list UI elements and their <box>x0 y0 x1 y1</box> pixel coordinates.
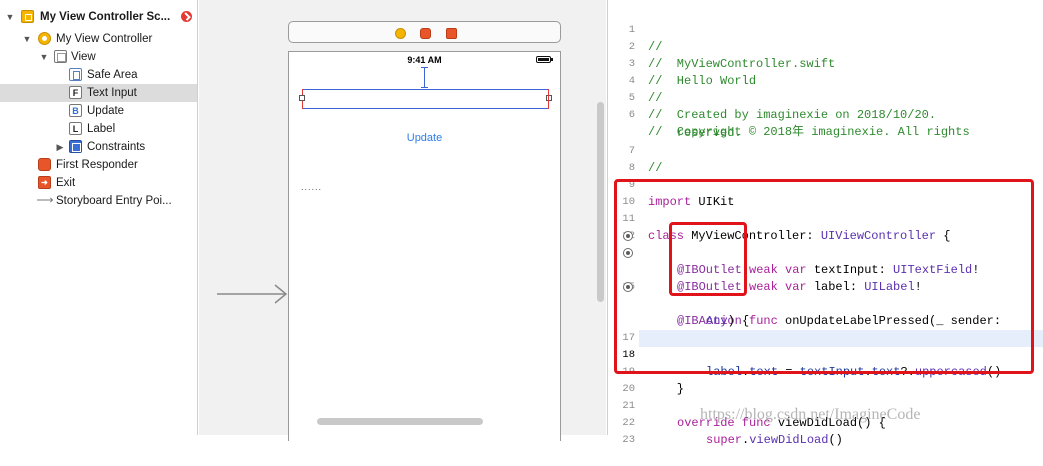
outline-row-view[interactable]: ▼ View <box>0 48 197 66</box>
outline-item-label: Exit <box>56 177 76 189</box>
watermark: https://blog.csdn.net/ImagineCode <box>700 406 921 423</box>
first-responder-icon[interactable] <box>420 28 431 39</box>
outline-item-label: Safe Area <box>87 69 138 81</box>
outline-row-first-responder[interactable]: First Responder <box>0 156 197 174</box>
view-controller-icon <box>38 32 51 45</box>
outline-item-label: My View Controller <box>56 33 153 45</box>
code-line[interactable]: 21 override func viewDidLoad() { <box>608 381 1043 430</box>
outline-item-label: Text Input <box>87 87 137 99</box>
outline-row-exit[interactable]: ➜ Exit <box>0 174 197 192</box>
code-line[interactable]: 7 // <box>608 126 1043 175</box>
annotation-highlight-box <box>669 222 747 296</box>
constraints-icon <box>69 140 82 153</box>
text-field-icon: F <box>69 86 82 99</box>
outline-row-scene[interactable]: ▼ My View Controller Sc... <box>0 8 197 26</box>
outline-row-text-input[interactable]: F Text Input <box>0 84 197 102</box>
update-button[interactable]: Update <box>289 132 560 144</box>
battery-icon <box>536 56 553 63</box>
outline-item-label: Storyboard Entry Poi... <box>56 195 172 207</box>
label-icon: L <box>69 122 82 135</box>
storyboard-canvas[interactable]: 9:41 AM Update ...... <box>199 0 606 441</box>
outline-row-update[interactable]: B Update <box>0 102 197 120</box>
scene-dock[interactable] <box>288 21 561 43</box>
outline-item-label: Constraints <box>87 141 146 153</box>
safe-area-icon <box>69 68 82 81</box>
outline-item-label: View <box>71 51 96 63</box>
storyboard-entry-arrow[interactable] <box>217 283 289 305</box>
scene-warning-icon[interactable] <box>181 11 192 22</box>
disclosure-triangle-icon[interactable]: ▼ <box>38 48 50 66</box>
outline-row-safe-area[interactable]: Safe Area <box>0 66 197 84</box>
outline-item-label: Update <box>87 105 125 117</box>
code-line[interactable]: 5 // Created by imaginexie on 2018/10/20… <box>608 73 1043 122</box>
code-line[interactable]: 4 // <box>608 56 1043 105</box>
button-icon: B <box>69 104 82 117</box>
disclosure-triangle-icon[interactable]: ▼ <box>4 8 16 26</box>
disclosure-triangle-right-icon[interactable]: ▶ <box>54 138 66 156</box>
text-input-field[interactable] <box>299 89 552 109</box>
outline-item-label: Label <box>87 123 116 135</box>
scene-icon <box>21 10 34 23</box>
exit-icon[interactable] <box>446 28 457 39</box>
outline-row-entry-point[interactable]: ⟶ Storyboard Entry Poi... <box>0 192 197 210</box>
status-bar-time: 9:41 AM <box>407 55 442 65</box>
code-line[interactable]: reserved. <box>608 108 1043 140</box>
scene-title: My View Controller Sc... <box>40 11 171 23</box>
outline-row-label[interactable]: L Label <box>0 120 197 138</box>
outline-row-constraints[interactable]: ▶ Constraints <box>0 138 197 156</box>
disclosure-triangle-icon[interactable]: ▼ <box>21 30 33 48</box>
code-line[interactable]: 1 // <box>608 5 1043 54</box>
horizontal-scrollbar[interactable] <box>317 418 483 425</box>
code-line[interactable]: 2 // MyViewController.swift <box>608 22 1043 71</box>
code-line[interactable]: 3 // Hello World <box>608 39 1043 88</box>
code-line[interactable]: 9 import UIKit <box>608 160 1043 209</box>
arrow-right-icon: ⟶ <box>36 193 54 207</box>
resize-handle-right[interactable] <box>546 95 552 101</box>
method-name: viewDidLoad <box>749 433 829 447</box>
vertical-scrollbar[interactable] <box>597 102 604 302</box>
punctuation: . <box>742 433 750 447</box>
document-outline: ▼ My View Controller Sc... ▼ My View Con… <box>0 0 198 435</box>
top-constraint[interactable] <box>421 67 428 88</box>
code-line[interactable]: 6 // Copyright © 2018年 imaginexie. All r… <box>608 90 1043 139</box>
resize-handle-left[interactable] <box>299 95 305 101</box>
code-line[interactable]: 8 <box>608 143 1043 174</box>
exit-icon: ➜ <box>38 176 51 189</box>
keyword: super <box>706 433 743 447</box>
device-screen[interactable]: 9:41 AM Update ...... <box>288 51 561 441</box>
view-controller-icon[interactable] <box>395 28 406 39</box>
view-icon <box>54 50 67 63</box>
outline-item-label: First Responder <box>56 159 138 171</box>
first-responder-icon <box>38 158 51 171</box>
outline-row-view-controller[interactable]: ▼ My View Controller <box>0 30 197 48</box>
result-label[interactable]: ...... <box>301 182 322 192</box>
punctuation: () <box>828 433 843 447</box>
